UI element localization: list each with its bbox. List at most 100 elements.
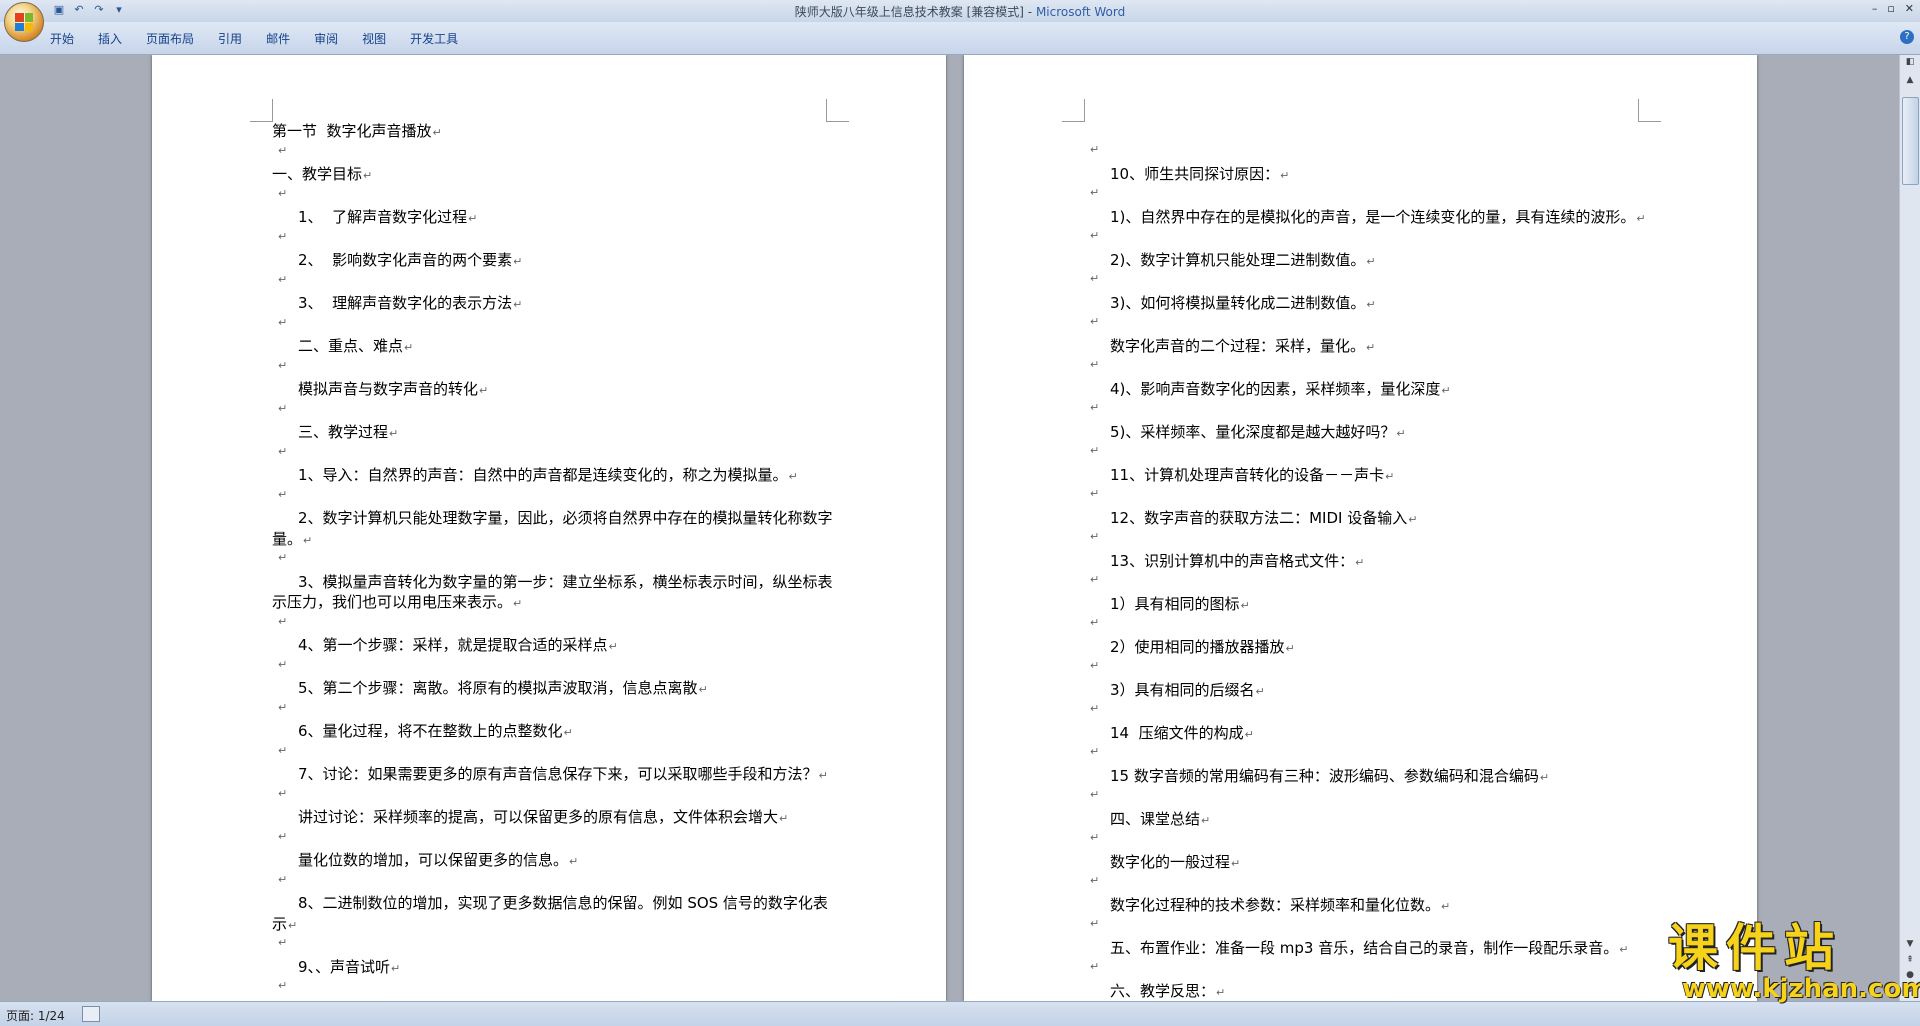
office-button[interactable]: [4, 2, 44, 42]
paragraph-mark-icon: ↵: [363, 169, 373, 182]
paragraph: 4、第一个步骤：采样，就是提取合适的采样点↵: [272, 635, 842, 658]
paragraph-text: 2）使用相同的播放器播放: [1110, 637, 1285, 656]
tab-0[interactable]: 开始: [50, 28, 74, 49]
margin-corner-mark: [1638, 99, 1661, 122]
empty-paragraph: [272, 230, 842, 251]
empty-paragraph: [272, 744, 842, 765]
paragraph-text: 数字化的一般过程: [1110, 852, 1231, 871]
paragraph: 六、教学反思：↵: [1084, 981, 1652, 1002]
paragraph: 7、讨论：如果需要更多的原有声音信息保存下来，可以采取哪些手段和方法？↵: [272, 764, 842, 787]
paragraph-text: 14 压缩文件的构成: [1110, 723, 1244, 742]
tab-3[interactable]: 引用: [218, 28, 242, 49]
paragraph: 五、布置作业：准备一段 mp3 音乐，结合自己的录音，制作一段配乐录音。↵: [1084, 938, 1652, 961]
status-bar: 页面: 1/24: [0, 1001, 1920, 1026]
paragraph-text: 1）具有相同的图标: [1110, 594, 1240, 613]
empty-paragraph: [1084, 745, 1652, 766]
empty-paragraph: [1084, 487, 1652, 508]
paragraph-text: 四、课堂总结: [1110, 809, 1201, 828]
vertical-scrollbar[interactable]: ◧ ▲ ▼ ⇞ ● ⇟: [1899, 55, 1920, 1001]
empty-paragraph: [1084, 702, 1652, 723]
paragraph: 3、 理解声音数字化的表示方法↵: [272, 293, 842, 316]
empty-paragraph: [272, 979, 842, 1000]
paragraph: 1)、自然界中存在的是模拟化的声音，是一个连续变化的量，具有连续的波形。↵: [1084, 207, 1652, 230]
paragraph-text: 15 数字音频的常用编码有三种：波形编码、参数编码和混合编码: [1110, 766, 1539, 785]
margin-corner-mark: [1062, 99, 1085, 122]
restore-icon[interactable]: ▫: [1887, 2, 1894, 15]
title-bar: ▣ ↶ ↷ ▾ 陕师大版八年级上信息技术教案 [兼容模式] - Microsof…: [0, 0, 1920, 22]
office-logo-icon: [15, 13, 33, 31]
paragraph: 1、导入：自然界的声音：自然中的声音都是连续变化的，称之为模拟量。↵: [272, 465, 842, 488]
scroll-down-icon[interactable]: ▼: [1902, 939, 1918, 949]
paragraph-text: 3)、如何将模拟量转化成二进制数值。: [1110, 293, 1366, 312]
paragraph: 二、重点、难点↵: [272, 336, 842, 359]
paragraph-mark-icon: ↵: [1231, 856, 1241, 870]
paragraph-text: 3、模拟量声音转化为数字量的第一步：建立坐标系，横坐标表示时间，纵坐标表示压力，…: [272, 572, 833, 612]
scrollbar-thumb[interactable]: [1902, 97, 1919, 185]
page-count-status[interactable]: 页面: 1/24: [6, 1007, 65, 1024]
paragraph-mark-icon: ↵: [1285, 641, 1295, 655]
paragraph-text: 数字化声音的二个过程：采样，量化。: [1110, 336, 1366, 355]
tab-6[interactable]: 视图: [362, 28, 386, 49]
paragraph-mark-icon: ↵: [818, 769, 828, 782]
paragraph-mark-icon: ↵: [391, 961, 401, 975]
page-right-text[interactable]: 10、师生共同探讨原因：↵1)、自然界中存在的是模拟化的声音，是一个连续变化的量…: [1084, 143, 1652, 1001]
paragraph-mark-icon: ↵: [513, 255, 523, 268]
tab-1[interactable]: 插入: [98, 28, 122, 49]
previous-page-icon[interactable]: ⇞: [1902, 955, 1918, 965]
paragraph: 讲过讨论：采样频率的提高，可以保留更多的原有信息，文件体积会增大↵: [272, 807, 842, 830]
empty-paragraph: [272, 551, 842, 572]
paragraph-text: 13、识别计算机中的声音格式文件：: [1110, 551, 1355, 570]
watermark-url: www.kjzhan.com: [1682, 974, 1920, 1004]
tab-4[interactable]: 邮件: [266, 28, 290, 49]
paragraph: 6、量化过程，将不在整数上的点整数化↵: [272, 721, 842, 744]
site-watermark: 课件站 www.kjzhan.com: [1668, 919, 1920, 1004]
paragraph-mark-icon: ↵: [479, 384, 489, 397]
app-name: Microsoft Word: [1035, 5, 1126, 19]
paragraph-mark-icon: ↵: [1201, 813, 1211, 827]
paragraph-text: 4、第一个步骤：采样，就是提取合适的采样点: [298, 636, 608, 654]
paragraph: 2）使用相同的播放器播放↵: [1084, 637, 1652, 660]
page-right[interactable]: 10、师生共同探讨原因：↵1)、自然界中存在的是模拟化的声音，是一个连续变化的量…: [964, 55, 1757, 1001]
paragraph-mark-icon: ↵: [1636, 211, 1646, 225]
empty-paragraph: [1084, 229, 1652, 250]
help-icon[interactable]: ?: [1900, 30, 1914, 44]
paragraph-mark-icon: ↵: [1539, 770, 1550, 784]
paragraph-mark-icon: ↵: [779, 812, 789, 825]
paragraph: 5)、采样频率、量化深度都是越大越好吗？↵: [1084, 422, 1652, 445]
empty-paragraph: [1084, 444, 1652, 465]
tab-2[interactable]: 页面布局: [146, 28, 194, 49]
paragraph-mark-icon: ↵: [303, 533, 313, 547]
paragraph-text: 10、师生共同探讨原因：: [1110, 164, 1280, 183]
paragraph-mark-icon: ↵: [1255, 684, 1265, 698]
paragraph-text: 二、重点、难点: [298, 337, 404, 355]
paragraph-mark-icon: ↵: [1216, 985, 1226, 999]
scroll-up-icon[interactable]: ▲: [1902, 75, 1918, 91]
watermark-logo-text: 课件站: [1668, 919, 1842, 977]
page-left[interactable]: 第一节 数字化声音播放↵一、教学目标↵1、 了解声音数字化过程↵2、 影响数字化…: [152, 55, 946, 1001]
paragraph: 1）具有相同的图标↵: [1084, 594, 1652, 617]
tab-5[interactable]: 审阅: [314, 28, 338, 49]
paragraph: 9、、声音试听↵: [272, 957, 842, 980]
empty-paragraph: [1084, 831, 1652, 852]
window-controls: – ▫ ✕: [1872, 2, 1914, 15]
empty-paragraph: [1084, 401, 1652, 422]
paragraph-mark-icon: ↵: [1408, 512, 1418, 526]
empty-paragraph: [272, 658, 842, 679]
paragraph-mark-icon: ↵: [432, 126, 442, 139]
proofing-icon[interactable]: [82, 1006, 100, 1022]
paragraph-text: 2、数字计算机只能处理数字量，因此，必须将自然界中存在的模拟量转化称数字量。: [272, 509, 833, 548]
paragraph: 3、模拟量声音转化为数字量的第一步：建立坐标系，横坐标表示时间，纵坐标表示压力，…: [272, 572, 842, 615]
page-left-text[interactable]: 第一节 数字化声音播放↵一、教学目标↵1、 了解声音数字化过程↵2、 影响数字化…: [272, 121, 842, 1001]
paragraph-text: 1、导入：自然界的声音：自然中的声音都是连续变化的，称之为模拟量。: [298, 466, 788, 484]
empty-paragraph: [272, 316, 842, 337]
paragraph-mark-icon: ↵: [1240, 598, 1250, 612]
minimize-icon[interactable]: –: [1872, 2, 1878, 15]
paragraph: 13、识别计算机中的声音格式文件：↵: [1084, 551, 1652, 574]
tab-7[interactable]: 开发工具: [410, 28, 458, 49]
close-icon[interactable]: ✕: [1905, 2, 1914, 15]
paragraph-text: 数字化过程种的技术参数：采样频率和量化位数。: [1110, 895, 1441, 914]
paragraph: 数字化过程种的技术参数：采样频率和量化位数。↵: [1084, 895, 1652, 918]
paragraph-mark-icon: ↵: [468, 212, 478, 225]
ruler-toggle-icon[interactable]: ◧: [1902, 57, 1918, 73]
empty-paragraph: [1084, 616, 1652, 637]
